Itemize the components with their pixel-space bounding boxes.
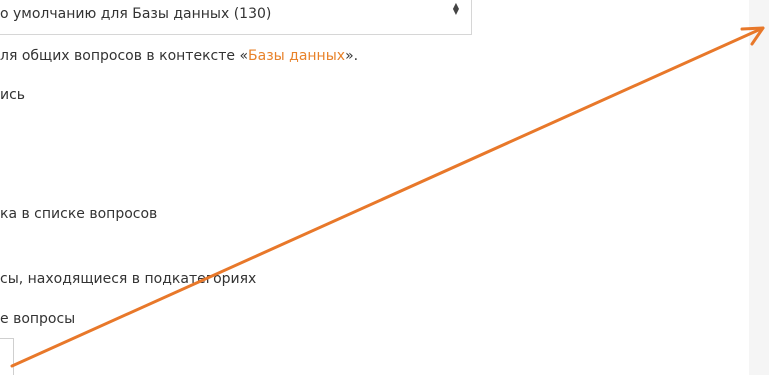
option-label-4: е вопросы: [0, 311, 76, 327]
question-bank-settings: о умолчанию для Базы данных (130) ▲ ▼ ля…: [0, 0, 769, 375]
category-help-text: ля общих вопросов в контексте «Базы данн…: [0, 48, 359, 64]
database-context-link[interactable]: Базы данных: [248, 48, 345, 64]
option-label-3: сы, находящиеся в подкатегориях: [0, 271, 257, 287]
option-label-1: ись: [0, 87, 26, 103]
side-panel: [749, 0, 769, 375]
button-edge[interactable]: [0, 338, 14, 375]
option-label-2: ка в списке вопросов: [0, 206, 158, 222]
up-down-caret-icon: ▲ ▼: [452, 1, 460, 16]
arrow-line: [10, 26, 765, 368]
category-select[interactable]: о умолчанию для Базы данных (130) ▲ ▼: [0, 0, 472, 35]
category-select-value: о умолчанию для Базы данных (130): [0, 6, 272, 22]
